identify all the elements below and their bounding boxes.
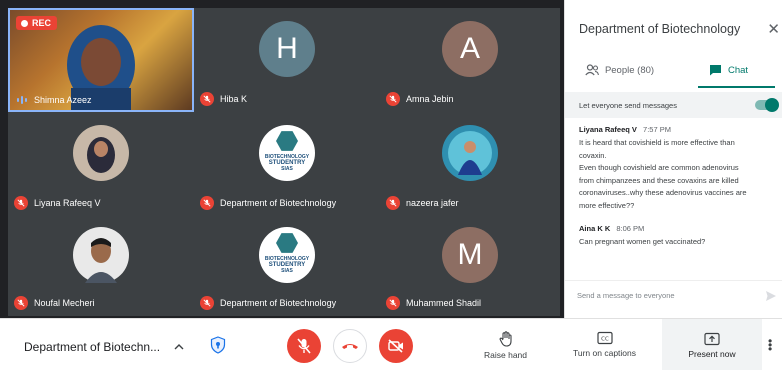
- participant-name: Liyana Rafeeq V: [34, 198, 101, 208]
- send-messages-toggle[interactable]: [755, 98, 779, 112]
- captions-button[interactable]: CC Turn on captions: [573, 331, 636, 358]
- toggle-knob: [765, 98, 779, 112]
- hexagon-icon: [276, 131, 298, 151]
- chat-messages: Liyana Rafeeq V 7:57 PM It is heard that…: [579, 125, 775, 261]
- message-line: covaxin.: [579, 150, 607, 160]
- message-sender: Aina K K: [579, 224, 611, 233]
- camera-off-icon: [388, 339, 403, 353]
- mic-off-icon: [14, 196, 28, 210]
- participant-tile[interactable]: Noufal Mecheri: [8, 216, 194, 316]
- tab-people[interactable]: People (80): [565, 52, 674, 88]
- meeting-controls-bar: Department of Biotechn... Raise hand CC …: [0, 318, 782, 370]
- closed-captions-icon: CC: [596, 331, 613, 345]
- participant-tile[interactable]: BIOTECHNOLOGY STUDENTRY SIAS Department …: [194, 216, 380, 316]
- participant-name: Department of Biotechnology: [220, 298, 337, 308]
- present-icon: [704, 332, 720, 345]
- microphone-button[interactable]: [287, 329, 321, 363]
- avatar: M: [442, 227, 498, 283]
- chat-permission-setting: Let everyone send messages: [565, 92, 782, 118]
- setting-label: Let everyone send messages: [579, 100, 677, 110]
- tab-chat[interactable]: Chat: [674, 52, 782, 88]
- mic-off-icon: [14, 296, 28, 310]
- tab-chat-label: Chat: [727, 64, 749, 76]
- raise-hand-button[interactable]: Raise hand: [484, 331, 527, 360]
- message-line: from chimpanzees and these covaxins are …: [579, 175, 739, 185]
- message-input[interactable]: [577, 291, 747, 300]
- message-line: Even though covishield are common adenov…: [579, 163, 739, 172]
- record-icon: [21, 19, 28, 27]
- recording-label: REC: [32, 18, 52, 28]
- department-logo: BIOTECHNOLOGY STUDENTRY SIAS: [259, 227, 315, 283]
- avatar: [73, 227, 129, 283]
- message-line: Can pregnant women get vaccinated?: [579, 237, 706, 246]
- participant-name: Muhammed Shadil: [406, 298, 482, 308]
- participant-tile[interactable]: BIOTECHNOLOGY STUDENTRY SIAS Department …: [194, 112, 380, 216]
- close-icon[interactable]: ✕: [767, 20, 780, 38]
- participant-tile[interactable]: M Muhammed Shadil: [380, 216, 560, 316]
- participant-tile[interactable]: H Hiba K: [194, 8, 380, 112]
- logo-line: SIAS: [281, 268, 293, 274]
- message-sender: Liyana Rafeeq V: [579, 125, 637, 134]
- participant-name: Shimna Azeez: [34, 95, 92, 105]
- mic-off-icon: [200, 92, 214, 106]
- hexagon-icon: [276, 233, 298, 253]
- tab-people-label: People (80): [604, 64, 655, 76]
- participant-tile[interactable]: A Amna Jebin: [380, 8, 560, 112]
- chat-message: Liyana Rafeeq V 7:57 PM It is heard that…: [579, 125, 775, 212]
- message-line: It is heard that covishield is more effe…: [579, 138, 735, 147]
- message-time: 7:57 PM: [643, 125, 671, 134]
- avatar: [442, 125, 498, 181]
- people-icon: [585, 64, 599, 76]
- panel-tabs: People (80) Chat: [565, 52, 782, 88]
- chat-panel: Department of Biotechnology ✕ People (80…: [564, 0, 782, 318]
- recording-badge: REC: [16, 16, 58, 30]
- hand-icon: [499, 331, 512, 347]
- more-options-icon[interactable]: • • •: [768, 335, 772, 355]
- mic-off-icon: [386, 196, 400, 210]
- present-now-button[interactable]: Present now: [662, 319, 762, 370]
- mic-off-icon: [200, 296, 214, 310]
- department-logo: BIOTECHNOLOGY STUDENTRY SIAS: [259, 125, 315, 181]
- avatar: A: [442, 21, 498, 77]
- participant-name: Noufal Mecheri: [34, 298, 95, 308]
- mic-off-icon: [200, 196, 214, 210]
- raise-hand-label: Raise hand: [484, 350, 528, 360]
- message-text: Can pregnant women get vaccinated?: [579, 236, 775, 249]
- video-grid: REC Shimna Azeez H Hiba K A Amna Jebin L…: [0, 0, 564, 318]
- avatar: [73, 125, 129, 181]
- participant-tile[interactable]: Liyana Rafeeq V: [8, 112, 194, 216]
- chat-compose: [565, 280, 782, 310]
- audio-level-icon: [17, 96, 27, 104]
- phone-hangup-icon: [342, 344, 358, 349]
- chat-message: Aina K K 8:06 PM Can pregnant women get …: [579, 224, 775, 249]
- mic-off-icon: [297, 338, 311, 354]
- logo-line: SIAS: [281, 166, 293, 172]
- host-controls-shield-icon[interactable]: [210, 336, 226, 354]
- participant-name: Amna Jebin: [406, 94, 454, 104]
- meeting-details[interactable]: Department of Biotechn...: [24, 340, 184, 354]
- mic-off-icon: [386, 92, 400, 106]
- mic-off-icon: [386, 296, 400, 310]
- present-label: Present now: [688, 348, 736, 359]
- panel-title: Department of Biotechnology: [579, 22, 741, 36]
- message-text: It is heard that covishield is more effe…: [579, 137, 775, 212]
- send-icon[interactable]: [765, 290, 777, 302]
- svg-text:CC: CC: [601, 337, 609, 343]
- message-time: 8:06 PM: [616, 224, 645, 233]
- participant-tile[interactable]: nazeera jafer: [380, 112, 560, 216]
- participant-name: Department of Biotechnology: [220, 198, 337, 208]
- chat-icon: [709, 65, 721, 76]
- participant-name: Hiba K: [220, 94, 248, 104]
- participant-tile[interactable]: REC Shimna Azeez: [8, 8, 194, 112]
- participant-name: nazeera jafer: [406, 198, 459, 208]
- meeting-title: Department of Biotechn...: [24, 340, 161, 354]
- message-line: more effective??: [579, 200, 635, 210]
- leave-call-button[interactable]: [333, 329, 367, 363]
- camera-button[interactable]: [379, 329, 413, 363]
- captions-label: Turn on captions: [573, 348, 636, 358]
- chevron-up-icon: [174, 344, 184, 350]
- avatar: H: [259, 21, 315, 77]
- message-line: coronaviruses..why these adenovirus vacc…: [579, 188, 747, 197]
